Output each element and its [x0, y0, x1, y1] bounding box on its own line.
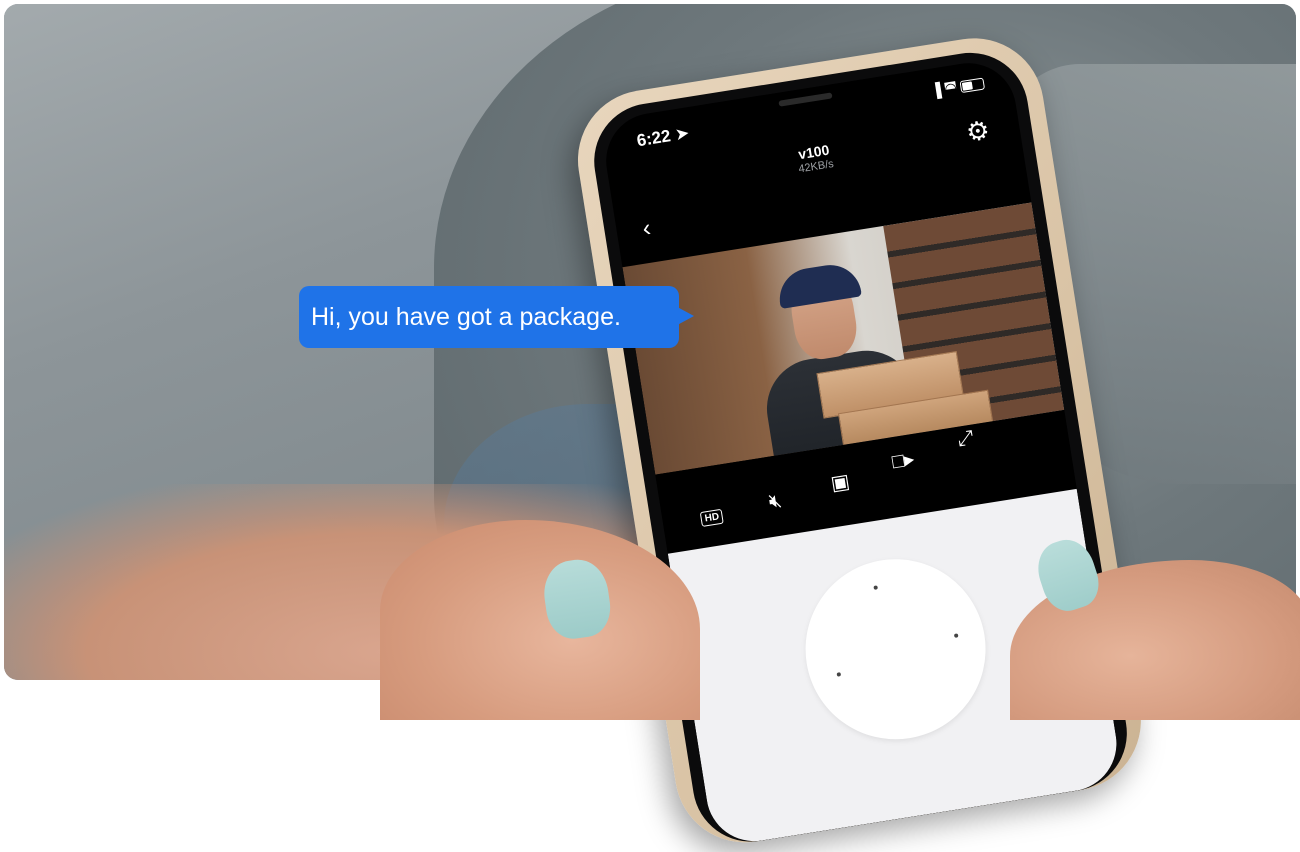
hd-button[interactable]: HD: [699, 508, 725, 528]
camera-icon[interactable]: ▣: [829, 469, 852, 497]
location-arrow-icon: ➤: [673, 123, 691, 145]
dpad-left-dot[interactable]: [836, 672, 842, 677]
dpad-right-dot[interactable]: [953, 633, 959, 638]
status-time-text: 6:22: [635, 126, 672, 151]
speech-bubble: Hi, you have got a package.: [299, 286, 679, 348]
fullscreen-icon[interactable]: ⤢: [956, 427, 975, 452]
status-icons: ▐◚: [930, 75, 986, 100]
mute-icon[interactable]: 🔇︎: [767, 489, 783, 514]
video-record-icon[interactable]: □▸: [890, 446, 916, 474]
dpad-up-dot[interactable]: [873, 585, 878, 590]
device-name: v100: [797, 141, 831, 163]
wifi-icon: ◚: [942, 78, 962, 97]
status-time: 6:22 ➤: [635, 123, 690, 151]
battery-icon: [959, 77, 986, 94]
chevron-left-icon[interactable]: ‹: [641, 215, 653, 244]
speech-bubble-text: Hi, you have got a package.: [311, 302, 621, 331]
speaker-grill: [778, 92, 833, 107]
direction-pad[interactable]: [792, 546, 999, 753]
